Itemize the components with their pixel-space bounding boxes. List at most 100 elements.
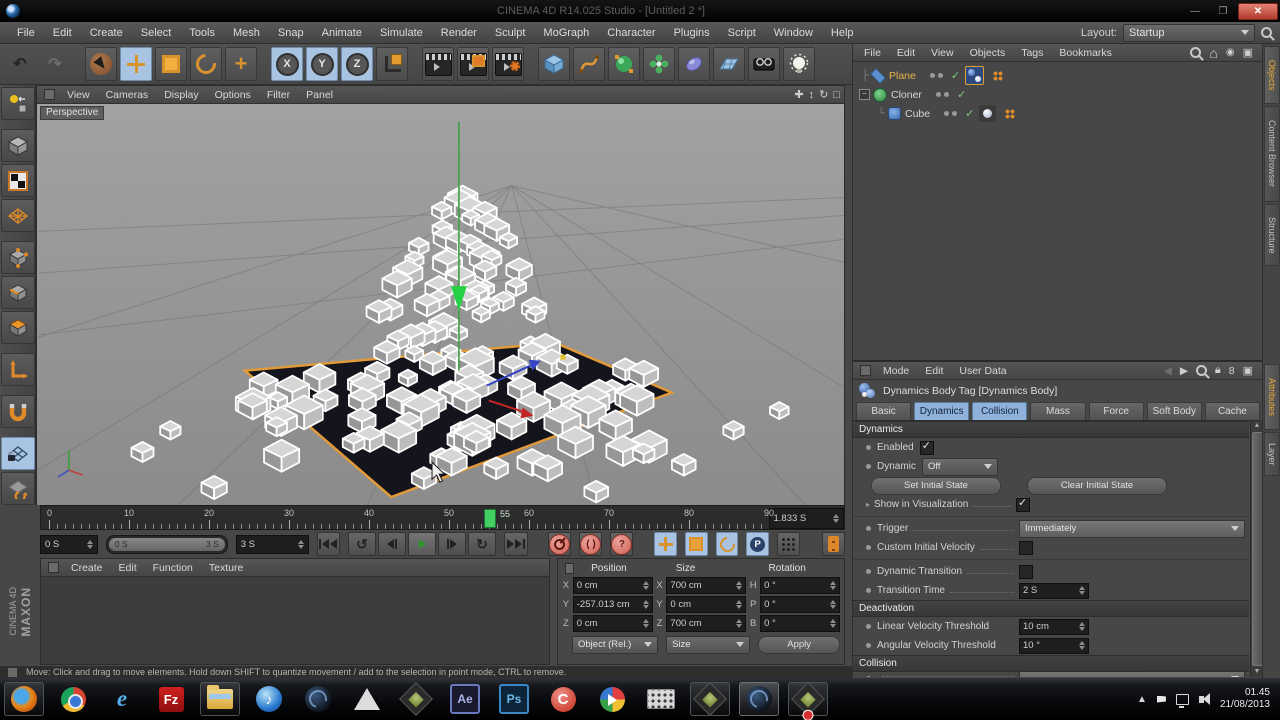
attr-menu-edit[interactable]: Edit	[918, 365, 950, 377]
viewport-menu-panel[interactable]: Panel	[299, 89, 340, 101]
panel-menu-icon[interactable]: ▣	[1243, 46, 1253, 59]
taskbar-unity[interactable]	[347, 682, 387, 716]
viewport-canvas[interactable]: Perspective	[37, 104, 844, 505]
om-menu-view[interactable]: View	[924, 47, 961, 59]
taskbar-filezilla[interactable]: Fz	[151, 682, 191, 716]
taskbar-ie[interactable]: e	[102, 682, 142, 716]
tray-expand-icon[interactable]: ▲	[1137, 694, 1147, 705]
enabled-check-icon[interactable]: ✓	[951, 69, 960, 82]
menu-simulate[interactable]: Simulate	[371, 27, 432, 39]
tab-cache[interactable]: Cache	[1204, 402, 1260, 420]
search-icon[interactable]	[1190, 47, 1202, 58]
menu-mesh[interactable]: Mesh	[224, 27, 269, 39]
search-icon[interactable]	[1261, 27, 1272, 38]
om-menu-objects[interactable]: Objects	[963, 47, 1013, 59]
undo-button[interactable]: ↶	[4, 47, 36, 81]
taskbar-media-player[interactable]	[592, 682, 632, 716]
tab-collision[interactable]: Collision	[972, 402, 1028, 420]
set-initial-state-button[interactable]: Set Initial State	[871, 476, 1001, 495]
material-menu-create[interactable]: Create	[64, 562, 110, 574]
section-deactivation[interactable]: Deactivation	[853, 600, 1249, 617]
menu-snap[interactable]: Snap	[269, 27, 313, 39]
render-picture-viewer-button[interactable]	[457, 47, 489, 81]
scale-tool-button[interactable]	[155, 47, 187, 81]
object-name[interactable]: Cube	[905, 108, 930, 120]
rotation-p-field[interactable]: 0 °	[760, 596, 840, 613]
tab-basic[interactable]: Basic	[856, 402, 912, 420]
visibility-dots[interactable]	[944, 111, 958, 116]
end-time-field[interactable]: 3 S	[235, 534, 309, 554]
cel-animation-button[interactable]	[822, 532, 845, 556]
visibility-dots[interactable]	[935, 92, 949, 97]
taskbar-picture-viewer-3[interactable]	[788, 682, 828, 720]
viewport-menu-display[interactable]: Display	[157, 89, 205, 101]
live-selection-button[interactable]	[85, 47, 117, 81]
current-time-field[interactable]: 1.833 S	[768, 508, 844, 529]
menu-character[interactable]: Character	[598, 27, 664, 39]
model-mode-button[interactable]	[0, 129, 35, 162]
menu-create[interactable]: Create	[81, 27, 132, 39]
menu-render[interactable]: Render	[432, 27, 486, 39]
taskbar-picture-viewer-2[interactable]	[690, 682, 730, 716]
viewport-menu-cameras[interactable]: Cameras	[99, 89, 156, 101]
autokey-button[interactable]: ( )	[579, 532, 603, 556]
menu-window[interactable]: Window	[765, 27, 822, 39]
enabled-check-icon[interactable]: ✓	[957, 88, 966, 101]
attr-menu-mode[interactable]: Mode	[876, 365, 916, 377]
taskbar-cinema4d[interactable]	[298, 682, 338, 716]
texture-mode-button[interactable]	[0, 164, 35, 197]
viewport[interactable]: View Cameras Display Options Filter Pane…	[36, 85, 845, 505]
play-backwards-button[interactable]: ↺	[348, 532, 377, 556]
history-forward-icon[interactable]: ▶	[1180, 365, 1188, 377]
section-collision[interactable]: Collision	[853, 655, 1249, 672]
texture-axis-mode-button[interactable]	[0, 199, 35, 232]
object-row-plane[interactable]: ├ Plane ✓	[859, 66, 1263, 85]
viewport-menu-view[interactable]: View	[60, 89, 97, 101]
enabled-checkbox[interactable]	[919, 439, 934, 455]
tab-force[interactable]: Force	[1088, 402, 1144, 420]
spinner-icon[interactable]	[833, 511, 839, 526]
linear-threshold-field[interactable]: 10 cm	[1019, 618, 1089, 635]
dynamic-dropdown[interactable]: Off	[921, 457, 998, 476]
viewport-maximize-icon[interactable]: □	[833, 89, 840, 101]
add-environment-button[interactable]	[713, 47, 745, 81]
viewport-menu-filter[interactable]: Filter	[260, 89, 297, 101]
taskbar-ccleaner[interactable]: C	[543, 682, 583, 716]
add-mograph-button[interactable]	[643, 47, 675, 81]
panel-menu-icon[interactable]: ▣	[1243, 364, 1253, 377]
viewport-pan-icon[interactable]: ✚	[794, 88, 803, 101]
taskbar-chrome[interactable]	[53, 682, 93, 716]
transition-time-field[interactable]: 2 S	[1019, 582, 1089, 599]
render-settings-button[interactable]	[492, 47, 524, 81]
key-scale-toggle[interactable]	[685, 532, 708, 556]
section-dynamics[interactable]: Dynamics	[853, 421, 1249, 438]
keyframe-selection-button[interactable]: ?	[610, 532, 634, 556]
rotation-h-field[interactable]: 0 °	[760, 577, 840, 594]
coordinate-system-button[interactable]	[376, 47, 408, 81]
points-mode-button[interactable]	[0, 241, 35, 274]
taskbar-cinema4d-active[interactable]	[739, 682, 779, 716]
menu-animate[interactable]: Animate	[313, 27, 371, 39]
scroll-down-icon[interactable]: ▼	[1254, 667, 1261, 677]
eye-icon[interactable]: ◉	[1226, 47, 1235, 58]
render-view-button[interactable]	[422, 47, 454, 81]
menu-script[interactable]: Script	[719, 27, 765, 39]
axis-mode-button[interactable]	[0, 353, 35, 386]
rotate-tool-button[interactable]	[190, 47, 222, 81]
maximize-button[interactable]: ❐	[1210, 4, 1236, 19]
playhead[interactable]	[484, 509, 496, 528]
tab-dynamics[interactable]: Dynamics	[914, 402, 970, 420]
record-keyframe-button[interactable]	[548, 532, 572, 556]
menu-help[interactable]: Help	[822, 27, 863, 39]
key-position-toggle[interactable]	[654, 532, 678, 556]
next-frame-button[interactable]	[438, 532, 467, 556]
taskbar-after-effects[interactable]: Ae	[445, 682, 485, 716]
taskbar-picture-viewer[interactable]	[396, 682, 436, 716]
attr-menu-userdata[interactable]: User Data	[952, 365, 1013, 377]
keyframe-presets-button[interactable]	[777, 532, 800, 556]
timeline-ruler[interactable]: 0 10 20 30 40 50 60 70 80 90 55 1.833 S	[40, 505, 845, 530]
position-z-field[interactable]: 0 cm	[572, 615, 653, 632]
visibility-dots[interactable]	[929, 73, 943, 78]
taskbar-itunes[interactable]: ♪	[249, 682, 289, 716]
last-tool-button[interactable]: +	[225, 47, 257, 81]
